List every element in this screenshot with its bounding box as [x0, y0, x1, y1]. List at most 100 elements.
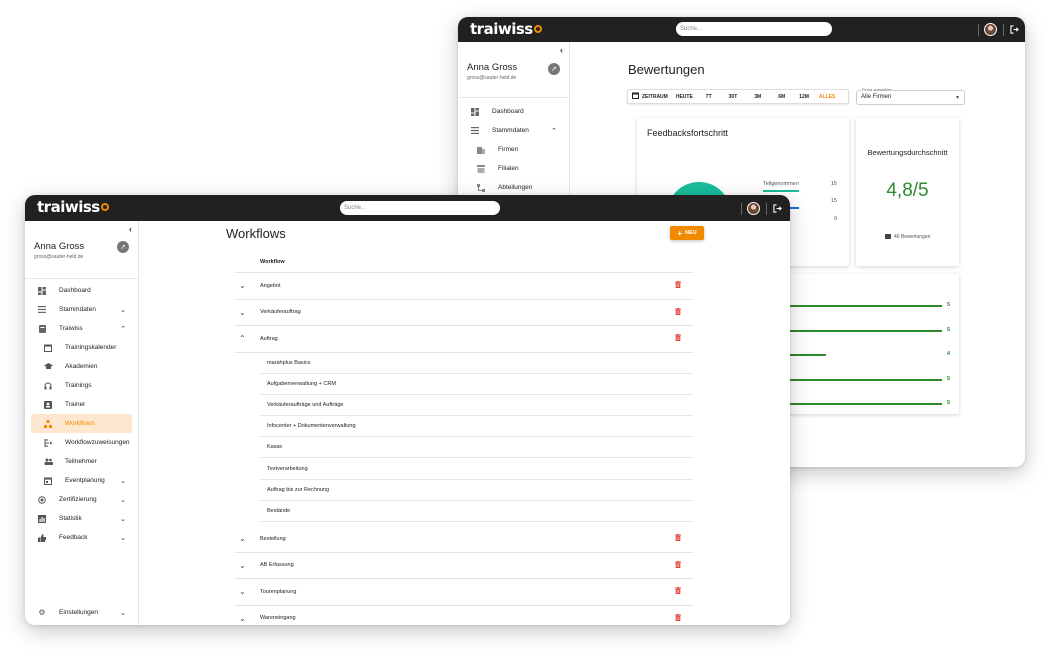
delete-icon[interactable] [675, 560, 681, 570]
list-item[interactable]: Aufgabenverwaltung + CRM [260, 374, 693, 395]
sidebar-item-label: Dashboard [492, 108, 524, 115]
sidebar-item-trainingskalender[interactable]: Trainingskalender [25, 338, 138, 357]
collapse-sidebar-icon[interactable]: ‹ [129, 224, 132, 234]
delete-icon[interactable] [675, 613, 681, 623]
sidebar-item-stammdaten[interactable]: Stammdaten ⌄ [25, 300, 138, 319]
chevron-down-icon: ⌄ [120, 306, 126, 314]
top-separator [766, 202, 767, 215]
sidebar-item-stammdaten[interactable]: Stammdaten ⌃ [458, 121, 569, 140]
sidebar-item-einstellungen[interactable]: ⚙ Einstellungen ⌄ [25, 603, 138, 622]
event-icon [43, 477, 53, 485]
sidebar-item-teilnehmer[interactable]: Teilnehmer [25, 452, 138, 471]
search-input[interactable]: Suche... [340, 201, 500, 215]
table-row[interactable]: ⌄ Tourenplanung [235, 579, 693, 606]
range-option-12m[interactable]: 12M [799, 94, 809, 100]
avatar[interactable] [747, 202, 760, 215]
range-option-alles[interactable]: ALLES [819, 94, 835, 100]
sidebar-item-trainings[interactable]: Trainings [25, 376, 138, 395]
sidebar-item-dashboard[interactable]: Dashboard [25, 281, 138, 300]
rating-value: 5 [947, 302, 951, 308]
sidebar-divider [458, 97, 569, 98]
sub-item-name: Verkäuferaufträge und Aufträge [267, 401, 344, 408]
sidebar-item-akademien[interactable]: Akademien [25, 357, 138, 376]
chevron-down-icon: ⌄ [120, 477, 126, 485]
logout-icon[interactable] [773, 200, 782, 218]
compass-icon[interactable]: ➚ [117, 241, 129, 253]
sidebar-item-dashboard[interactable]: Dashboard [458, 102, 569, 121]
chevron-down-icon: ⌄ [120, 609, 126, 617]
delete-icon[interactable] [675, 281, 681, 290]
gear-icon: ⚙ [38, 608, 46, 617]
chevron-down-icon[interactable]: ⌄ [239, 281, 246, 290]
add-workflow-button[interactable]: + NEU [670, 226, 704, 240]
dashboard-icon [470, 107, 480, 116]
list-item[interactable]: Textverarbeitung [260, 459, 693, 480]
logout-icon[interactable] [1010, 21, 1019, 39]
search-input[interactable]: Suche... [676, 22, 832, 36]
table-header: Workflow [235, 251, 693, 273]
list-item[interactable]: Kasse [260, 437, 693, 459]
avatar[interactable] [984, 23, 997, 36]
app-logo[interactable]: traiwiss [37, 198, 109, 216]
company-select[interactable]: Firma auswählen Alle Firmen ▾ [856, 87, 965, 105]
sidebar-item-firmen[interactable]: Firmen [458, 140, 569, 159]
table-row[interactable]: ⌄ Verkäuferauftrag [235, 300, 693, 326]
sub-item-name: Textverarbeitung [267, 465, 308, 472]
delete-icon[interactable] [675, 334, 681, 343]
chevron-down-icon[interactable]: ⌄ [239, 614, 246, 623]
sidebar-nav: Dashboard Stammdaten ⌃ Firmen Filialen A… [458, 102, 569, 197]
table-row[interactable]: ⌄ Bestellung [235, 526, 693, 553]
workflow-name: AB Erfassung [260, 562, 294, 569]
legend-value: 15 [830, 198, 837, 204]
sidebar-item-statistik[interactable]: Statistik ⌄ [25, 509, 138, 528]
list-item[interactable]: marahplus Basics [260, 353, 693, 374]
legend-item: Teilgenommen 15 [763, 181, 837, 192]
user-name: Anna Gross [34, 241, 85, 252]
chevron-up-icon[interactable]: ⌃ [239, 334, 246, 343]
list-item[interactable]: Auftrag bis zur Rechnung [260, 480, 693, 501]
collapse-sidebar-icon[interactable]: ‹ [560, 45, 563, 55]
sidebar-item-traiwiss[interactable]: Traiwiss ⌃ [25, 319, 138, 338]
company-select-label: Firma auswählen [861, 87, 894, 92]
range-option-6m[interactable]: 6M [778, 94, 785, 100]
delete-icon[interactable] [675, 587, 681, 596]
range-option-3m[interactable]: 3M [754, 94, 761, 100]
rating-value: 4 [947, 351, 951, 357]
compass-icon[interactable]: ➚ [548, 63, 560, 75]
top-separator [978, 23, 979, 36]
delete-icon[interactable] [675, 307, 681, 317]
range-option-7t[interactable]: 7T [706, 94, 712, 100]
sidebar-item-zertifizierung[interactable]: Zertifizierung ⌄ [25, 490, 138, 509]
sidebar-item-workflows[interactable]: Workflows [31, 414, 132, 433]
card-title: Bewertungsdurchschnitt [867, 148, 948, 157]
workflow-name: Angebot [260, 282, 281, 289]
table-row[interactable]: ⌃ Auftrag [235, 326, 693, 353]
list-item[interactable]: Bestände [260, 501, 693, 523]
range-option-30t[interactable]: 30T [729, 94, 738, 100]
calendar-icon [43, 344, 53, 352]
table-row[interactable]: ⌄ Angebot [235, 273, 693, 300]
chevron-down-icon[interactable]: ⌄ [239, 534, 246, 543]
book-icon [37, 324, 47, 333]
sidebar: ‹ Anna Gross gross@sauter-held.de ➚ Dash… [25, 221, 139, 625]
sub-item-name: marahplus Basics [267, 359, 311, 366]
list-item[interactable]: Infocenter + Dokumentenverwaltung [260, 416, 693, 438]
app-logo[interactable]: traiwiss [470, 20, 542, 38]
chevron-down-icon[interactable]: ⌄ [239, 587, 246, 596]
sidebar-item-label: Teilnehmer [65, 458, 97, 465]
range-option-heute[interactable]: HEUTE [676, 94, 693, 100]
table-row[interactable]: ⌄ AB Erfassung [235, 553, 693, 580]
chevron-down-icon[interactable]: ⌄ [239, 308, 246, 317]
sidebar-item-eventplanung[interactable]: Eventplanung ⌄ [25, 471, 138, 490]
table-row[interactable]: ⌄ Wareneingang [235, 606, 693, 625]
sidebar-item-workflowzuweisungen[interactable]: Workflowzuweisungen [25, 433, 138, 452]
logo-text: traiwiss [37, 198, 100, 216]
list-item[interactable]: Verkäuferaufträge und Aufträge [260, 395, 693, 417]
sidebar-item-trainer[interactable]: Trainer [25, 395, 138, 414]
delete-icon[interactable] [675, 534, 681, 543]
sidebar-item-filialen[interactable]: Filialen [458, 159, 569, 178]
sidebar-item-feedback[interactable]: Feedback ⌄ [25, 528, 138, 547]
chevron-down-icon[interactable]: ⌄ [239, 561, 246, 570]
sidebar-item-label: Firmen [498, 146, 519, 153]
add-button-label: NEU [685, 230, 697, 236]
